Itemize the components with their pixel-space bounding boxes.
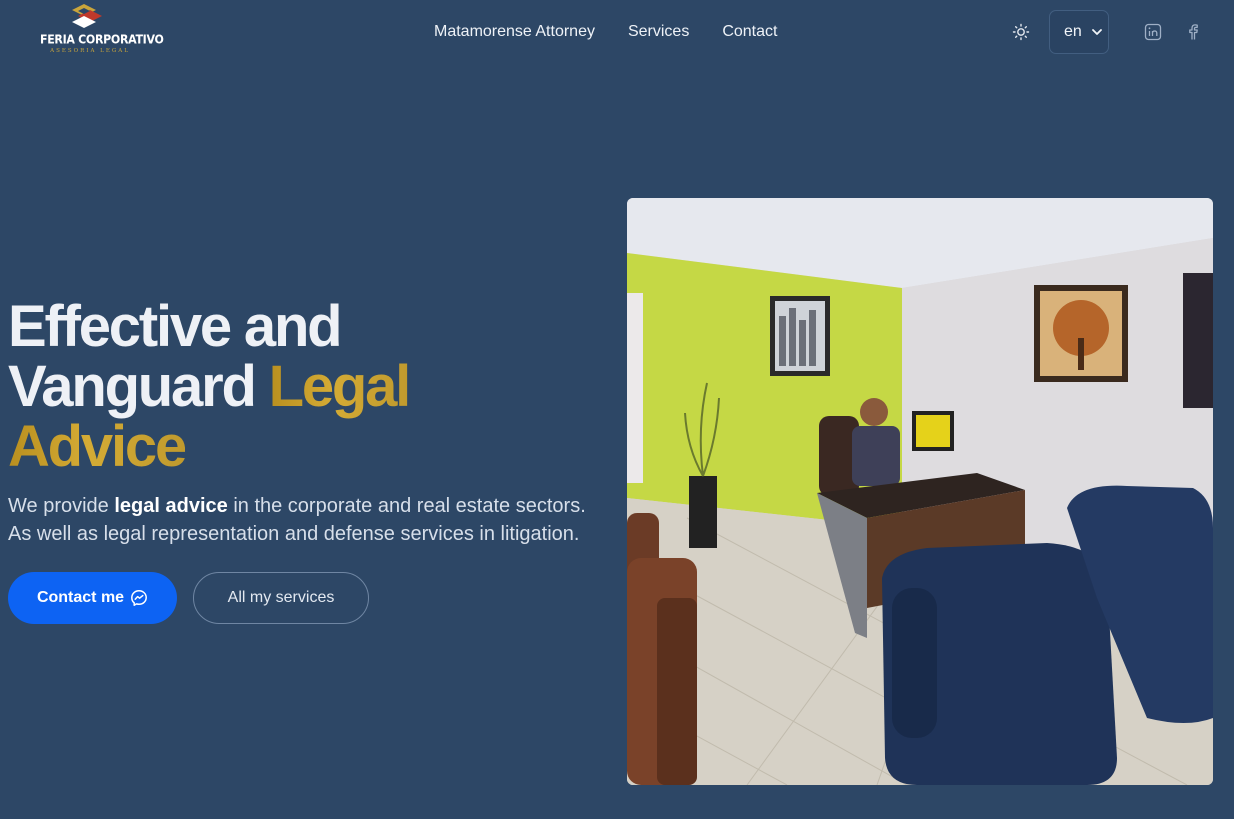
site-header: FERIA CORPORATIVO ASESORIA LEGAL Matamor… [0, 0, 1234, 64]
desc-text: in the corporate and real estate sectors… [227, 495, 586, 517]
brand-tagline: ASESORIA LEGAL [50, 48, 130, 54]
language-select[interactable]: en [1049, 10, 1109, 54]
chevron-down-icon [1092, 29, 1102, 35]
brand-logo[interactable]: FERIA CORPORATIVO ASESORIA LEGAL [38, 2, 164, 58]
brand-name: FERIA CORPORATIVO [40, 32, 164, 47]
office-illustration [627, 198, 1213, 785]
nav-item-contact[interactable]: Contact [722, 21, 777, 43]
hero-title-part1: Effective and [8, 294, 343, 359]
hero-title: Effective and Vanguard Legal Advice [8, 297, 608, 477]
nav-item-attorney[interactable]: Matamorense Attorney [434, 21, 595, 43]
hero-title-part2: Vanguard [8, 354, 269, 419]
desc-bold: legal advice [114, 495, 228, 517]
hero-title-highlight-1: Legal [268, 354, 412, 419]
contact-me-label: Contact me [36, 589, 125, 606]
desc-text: We provide [8, 495, 115, 517]
hero-description-line-1: We provide legal advice in the corporate… [8, 492, 618, 520]
contact-me-button[interactable]: Contact me [8, 572, 177, 624]
hero-description-line-2: As well as legal representation and defe… [8, 523, 580, 545]
hero-title-highlight-2: Advice [8, 414, 187, 479]
messenger-icon [131, 590, 148, 606]
sun-icon [1012, 23, 1030, 41]
theme-toggle-button[interactable] [1009, 20, 1033, 44]
stacked-diamond-logo-icon [72, 4, 102, 28]
linkedin-icon [1144, 23, 1162, 41]
main-nav: Matamorense Attorney Services Contact [434, 21, 777, 43]
all-services-button[interactable]: All my services [193, 572, 369, 624]
language-value: en [1064, 23, 1082, 40]
facebook-icon [1189, 24, 1198, 40]
facebook-link[interactable] [1181, 20, 1205, 44]
hero-description: We provide legal advice in the corporate… [8, 492, 618, 548]
office-photo [627, 198, 1213, 785]
all-services-label: All my services [227, 589, 335, 606]
nav-item-services[interactable]: Services [628, 21, 689, 43]
linkedin-link[interactable] [1141, 20, 1165, 44]
